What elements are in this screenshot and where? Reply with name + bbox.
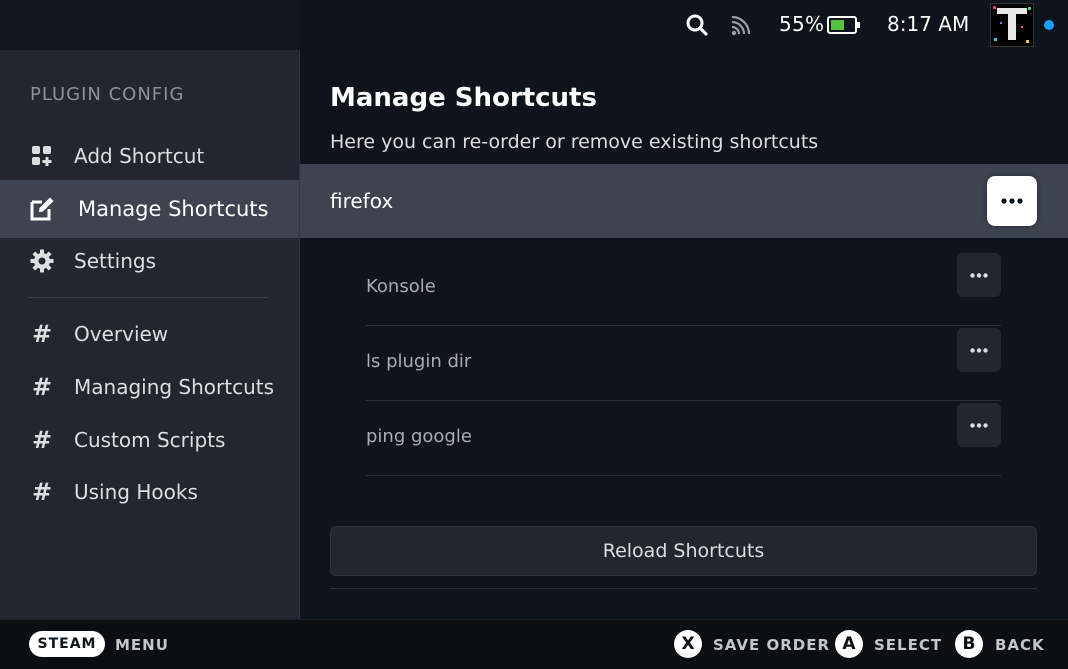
ellipsis-icon bbox=[1001, 198, 1023, 204]
hash-icon: # bbox=[31, 426, 53, 454]
more-options-button[interactable] bbox=[957, 328, 1001, 372]
notification-dot bbox=[1044, 20, 1054, 30]
sidebar-heading: PLUGIN CONFIG bbox=[30, 84, 185, 105]
more-options-button[interactable] bbox=[987, 176, 1037, 226]
shortcut-row-selected[interactable]: firefox bbox=[300, 164, 1068, 238]
sidebar-item-label: Add Shortcut bbox=[74, 144, 205, 168]
shortcut-name: ping google bbox=[366, 426, 472, 447]
sidebar-item-add-shortcut[interactable]: Add Shortcut bbox=[0, 128, 299, 184]
avatar[interactable] bbox=[990, 3, 1034, 47]
shortcut-name: ls plugin dir bbox=[366, 351, 472, 372]
footer-bar: STEAM MENU X SAVE ORDER A SELECT B BACK bbox=[0, 619, 1068, 669]
content-divider bbox=[330, 588, 1037, 589]
back-label: BACK bbox=[995, 636, 1045, 654]
shortcut-row[interactable]: ls plugin dir bbox=[366, 325, 1001, 401]
battery-percent: 55% bbox=[779, 12, 825, 36]
sidebar-item-label: Settings bbox=[74, 249, 157, 273]
main-panel: Manage Shortcuts Here you can re-order o… bbox=[300, 50, 1068, 619]
ellipsis-icon bbox=[970, 422, 988, 428]
sidebar-divider bbox=[28, 297, 268, 298]
sidebar-item-managing-shortcuts[interactable]: # Managing Shortcuts bbox=[0, 359, 299, 415]
x-button-glyph[interactable]: X bbox=[674, 630, 702, 658]
sidebar-item-label: Manage Shortcuts bbox=[78, 197, 269, 221]
hash-icon: # bbox=[31, 478, 53, 506]
steam-button[interactable]: STEAM bbox=[29, 631, 105, 657]
search-icon[interactable] bbox=[686, 14, 708, 36]
sidebar-item-manage-shortcuts[interactable]: Manage Shortcuts bbox=[0, 180, 299, 238]
ellipsis-icon bbox=[970, 347, 988, 353]
page-title: Manage Shortcuts bbox=[330, 83, 597, 113]
reload-shortcuts-button[interactable]: Reload Shortcuts bbox=[330, 526, 1037, 576]
clock: 8:17 AM bbox=[887, 12, 970, 36]
shortcut-row[interactable]: Konsole bbox=[366, 250, 1001, 326]
ellipsis-icon bbox=[970, 272, 988, 278]
shortcut-row[interactable]: ping google bbox=[366, 400, 1001, 476]
sidebar-item-using-hooks[interactable]: # Using Hooks bbox=[0, 464, 299, 520]
sidebar-item-overview[interactable]: # Overview bbox=[0, 306, 299, 362]
menu-label: MENU bbox=[115, 636, 169, 654]
save-order-label: SAVE ORDER bbox=[713, 636, 831, 654]
battery-icon bbox=[827, 16, 860, 34]
more-options-button[interactable] bbox=[957, 253, 1001, 297]
a-button-glyph[interactable]: A bbox=[835, 630, 863, 658]
sidebar-item-label: Managing Shortcuts bbox=[74, 375, 275, 399]
shortcut-name: firefox bbox=[330, 189, 394, 213]
more-options-button[interactable] bbox=[957, 403, 1001, 447]
page-description: Here you can re-order or remove existing… bbox=[330, 131, 819, 153]
shortcut-name: Konsole bbox=[366, 276, 436, 297]
select-label: SELECT bbox=[874, 636, 943, 654]
b-button-glyph[interactable]: B bbox=[955, 630, 983, 658]
grid-plus-icon bbox=[28, 142, 56, 170]
top-status-bar: 55% 8:17 AM bbox=[0, 0, 1068, 50]
sidebar-item-label: Custom Scripts bbox=[74, 428, 226, 452]
sidebar-item-label: Overview bbox=[74, 322, 169, 346]
sidebar-item-custom-scripts[interactable]: # Custom Scripts bbox=[0, 412, 299, 468]
edit-icon bbox=[28, 195, 56, 223]
hash-icon: # bbox=[31, 373, 53, 401]
sidebar-item-settings[interactable]: Settings bbox=[0, 233, 299, 289]
sidebar-item-label: Using Hooks bbox=[74, 480, 198, 504]
sidebar: PLUGIN CONFIG Add Shortcut Manage Shortc… bbox=[0, 50, 300, 619]
hash-icon: # bbox=[31, 320, 53, 348]
cast-icon bbox=[731, 16, 751, 36]
status-bar-left-area bbox=[0, 0, 300, 50]
gear-icon bbox=[28, 247, 56, 275]
